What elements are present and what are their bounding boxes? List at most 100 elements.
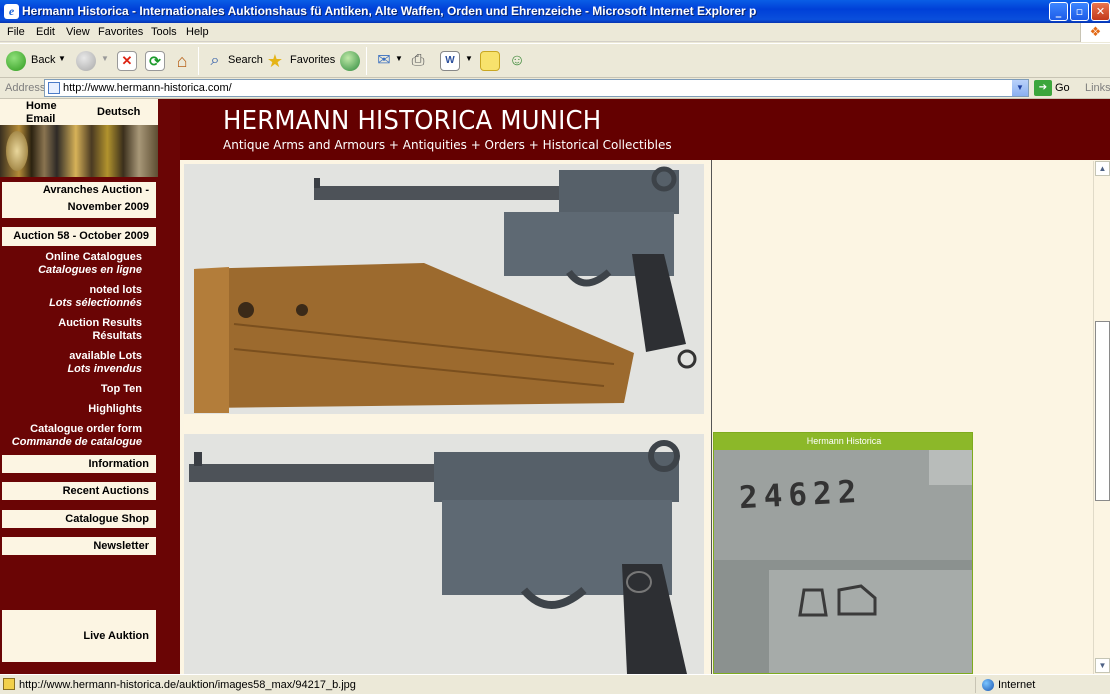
discuss-note-icon[interactable] xyxy=(480,51,500,71)
search-button-label[interactable]: Search xyxy=(228,54,263,66)
nav-avranches-line2: November 2009 xyxy=(67,201,149,213)
scroll-up-arrow-icon[interactable]: ▲ xyxy=(1095,161,1110,176)
edit-dropdown-icon[interactable]: ▼ xyxy=(465,54,473,63)
history-icon[interactable] xyxy=(340,51,360,71)
menu-help[interactable]: Help xyxy=(186,26,209,38)
nav-recent-auctions[interactable]: Recent Auctions xyxy=(2,482,156,500)
back-dropdown-icon[interactable]: ▼ xyxy=(58,54,66,63)
site-tagline: Antique Arms and Armours + Antiquities +… xyxy=(223,138,672,152)
refresh-icon[interactable]: ⟳ xyxy=(145,51,165,71)
left-navigation: Home Email Deutsch Avranches Auction - N… xyxy=(0,99,180,674)
go-arrow-icon[interactable]: ➔ xyxy=(1034,80,1052,96)
toolbar-separator xyxy=(366,47,367,75)
ie-icon: e xyxy=(4,4,19,19)
nav-auction-results[interactable]: Auction Results Résultats xyxy=(0,317,142,343)
content-area: Hermann Historica 24622 xyxy=(180,160,1093,674)
toolbar: Back ▼ ▼ ✕ ⟳ ⌂ ⌕ Search ★ Favorites ✉ ▼ … xyxy=(0,43,1110,78)
favorites-star-icon[interactable]: ★ xyxy=(265,51,285,71)
close-button[interactable]: ✕ xyxy=(1091,2,1110,21)
internet-globe-icon xyxy=(982,679,994,691)
web-page: HERMANN HISTORICA MUNICH Antique Arms an… xyxy=(0,99,1110,674)
nav-catalogue-order-en: Catalogue order form xyxy=(30,423,142,435)
detail-caption: Hermann Historica xyxy=(714,433,972,450)
menu-favorites[interactable]: Favorites xyxy=(98,26,143,38)
toolbar-separator xyxy=(198,47,199,75)
address-dropdown-icon[interactable]: ▼ xyxy=(1012,80,1028,96)
forward-arrow-icon[interactable] xyxy=(76,51,96,71)
nav-highlights[interactable]: Highlights xyxy=(0,403,142,416)
nav-available-lots-fr: Lots invendus xyxy=(67,363,142,375)
nav-live-auktion[interactable]: Live Auktion xyxy=(2,610,156,662)
nav-auction-results-en: Auction Results xyxy=(58,317,142,329)
address-box[interactable]: ▼ xyxy=(44,79,1029,97)
page-icon xyxy=(48,82,60,94)
security-zone: Internet xyxy=(975,677,1110,693)
vertical-scrollbar[interactable]: ▲ ▼ xyxy=(1093,161,1110,674)
nav-auction-58[interactable]: Auction 58 - October 2009 xyxy=(2,227,156,246)
stop-icon[interactable]: ✕ xyxy=(117,51,137,71)
nav-noted-lots-en: noted lots xyxy=(89,284,142,296)
edit-word-icon[interactable]: W xyxy=(440,51,460,71)
address-input[interactable] xyxy=(63,81,1003,95)
address-bar: Address ▼ ➔ Go Links xyxy=(0,78,1110,99)
nav-newsletter[interactable]: Newsletter xyxy=(2,537,156,555)
messenger-icon[interactable]: ☺ xyxy=(507,51,527,71)
nav-top-ten[interactable]: Top Ten xyxy=(0,383,142,396)
nav-catalogue-shop[interactable]: Catalogue Shop xyxy=(2,510,156,528)
windows-logo-icon: ❖ xyxy=(1080,23,1110,42)
zone-label: Internet xyxy=(998,679,1036,691)
back-button-label[interactable]: Back xyxy=(31,54,55,66)
nav-available-lots[interactable]: available Lots Lots invendus xyxy=(0,350,142,376)
pistol-side-image xyxy=(184,434,704,674)
links-button[interactable]: Links xyxy=(1085,82,1110,94)
window-title: Hermann Historica - Internationales Aukt… xyxy=(22,4,757,18)
nav-available-lots-en: available Lots xyxy=(69,350,142,362)
home-link[interactable]: Home xyxy=(26,100,57,112)
menu-tools[interactable]: Tools xyxy=(151,26,177,38)
browser-window: e Hermann Historica - Internationales Au… xyxy=(0,0,1110,694)
menu-bar: File Edit View Favorites Tools Help ❖ xyxy=(0,23,1110,42)
top-nav-box: Home Email Deutsch xyxy=(0,99,158,177)
mail-dropdown-icon[interactable]: ▼ xyxy=(395,54,403,63)
site-title: HERMANN HISTORICA MUNICH xyxy=(223,106,602,136)
nav-noted-lots-fr: Lots sélectionnés xyxy=(49,297,142,309)
deutsch-link[interactable]: Deutsch xyxy=(97,106,140,118)
scroll-thumb[interactable] xyxy=(1095,321,1110,501)
pistol-stock-photo[interactable] xyxy=(180,160,708,418)
favorites-button-label[interactable]: Favorites xyxy=(290,54,335,66)
nav-catalogue-order-fr: Commande de catalogue xyxy=(11,436,142,448)
header-collage-image xyxy=(0,125,158,177)
detail-image-box[interactable]: Hermann Historica 24622 xyxy=(713,432,973,674)
scroll-down-arrow-icon[interactable]: ▼ xyxy=(1095,658,1110,673)
nav-noted-lots[interactable]: noted lots Lots sélectionnés xyxy=(0,284,142,310)
page-loading-icon xyxy=(3,678,15,690)
pistol-stock-image xyxy=(184,164,704,414)
maximize-button[interactable]: ▫ xyxy=(1070,2,1089,21)
mail-icon[interactable]: ✉ xyxy=(374,51,394,71)
address-label: Address xyxy=(5,82,46,94)
go-button[interactable]: Go xyxy=(1055,82,1070,94)
menu-file[interactable]: File xyxy=(7,26,25,38)
nav-information[interactable]: Information xyxy=(2,455,156,473)
pistol-side-photo[interactable] xyxy=(180,430,708,674)
nav-auction-results-fr: Résultats xyxy=(92,330,142,342)
serial-number: 24622 xyxy=(738,473,864,517)
print-icon[interactable]: ⎙ xyxy=(408,51,428,71)
status-bar: http://www.hermann-historica.de/auktion/… xyxy=(0,674,1110,694)
menu-view[interactable]: View xyxy=(66,26,90,38)
nav-avranches-auction[interactable]: Avranches Auction - November 2009 xyxy=(2,182,156,218)
title-bar: e Hermann Historica - Internationales Au… xyxy=(0,0,1110,23)
forward-dropdown-icon[interactable]: ▼ xyxy=(101,54,109,63)
nav-online-catalogues-en: Online Catalogues xyxy=(45,251,142,263)
menu-edit[interactable]: Edit xyxy=(36,26,55,38)
nav-online-catalogues[interactable]: Online Catalogues Catalogues en ligne xyxy=(0,251,142,277)
search-icon[interactable]: ⌕ xyxy=(205,51,225,71)
nav-online-catalogues-fr: Catalogues en ligne xyxy=(38,264,142,276)
email-link[interactable]: Email xyxy=(26,113,55,125)
nav-catalogue-order-form[interactable]: Catalogue order form Commande de catalog… xyxy=(0,423,142,449)
home-icon[interactable]: ⌂ xyxy=(172,51,192,71)
minimize-button[interactable]: _ xyxy=(1049,2,1068,21)
status-text: http://www.hermann-historica.de/auktion/… xyxy=(19,679,356,691)
back-arrow-icon[interactable] xyxy=(6,51,26,71)
nav-avranches-line1: Avranches Auction - xyxy=(42,184,149,196)
